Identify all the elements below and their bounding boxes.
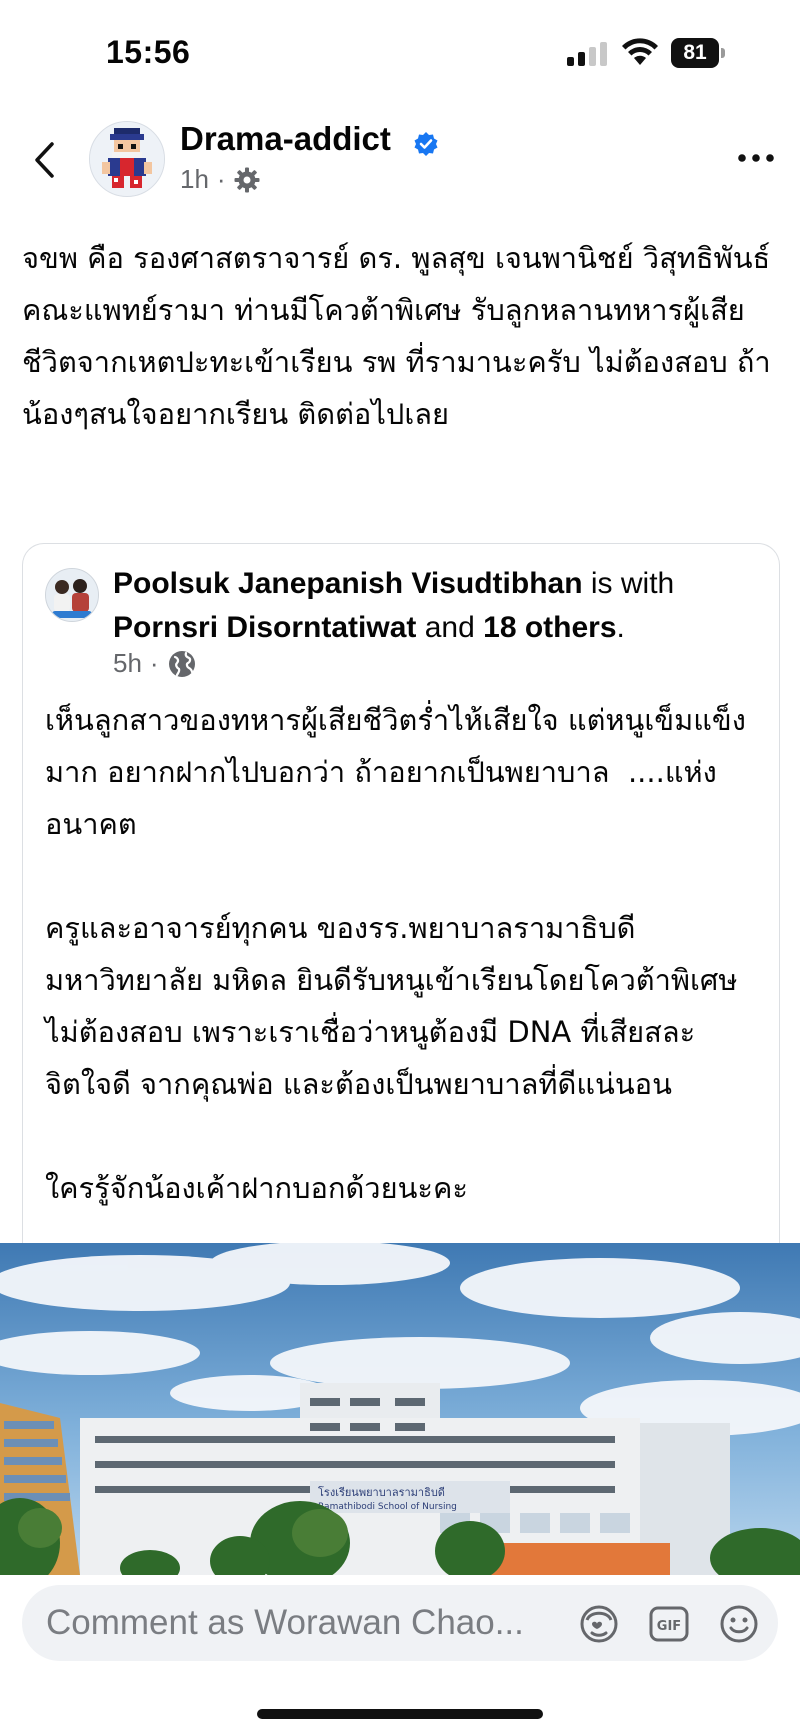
is-with-text: is with [590, 567, 675, 600]
battery-level: 81 [671, 38, 719, 68]
wifi-icon [622, 38, 658, 65]
post-text: จขพ คือ รองศาสตราจารย์ ดร. พูลสุข เจนพาน… [22, 241, 771, 431]
back-icon[interactable] [30, 140, 60, 180]
gear-icon [234, 167, 260, 192]
cellular-signal-icon [567, 42, 611, 66]
people-photo-avatar-icon [46, 569, 98, 621]
meta-separator: · [216, 164, 226, 194]
pixel-character-avatar-icon [90, 122, 164, 196]
nursing-school-building-image: โรงเรียนพยาบาลรามาธิบดี Ramathibodi Scho… [0, 1243, 800, 1575]
shared-meta-separator: · [149, 648, 159, 678]
shared-author-name[interactable]: Poolsuk Janepanish Visudtibhan [113, 567, 583, 600]
shared-post-meta: 5h · [113, 648, 197, 679]
post-photo[interactable]: โรงเรียนพยาบาลรามาธิบดี Ramathibodi Scho… [0, 1243, 800, 1575]
shared-post-header: Poolsuk Janepanish Visudtibhan is with P… [113, 562, 763, 650]
shared-author-avatar[interactable] [45, 568, 99, 622]
header-period: . [616, 611, 625, 644]
verified-icon [414, 132, 438, 156]
and-text: and [424, 611, 475, 644]
post-author-name[interactable]: Drama-addict [180, 120, 391, 158]
shared-post-text: เห็นลูกสาวของทหารผู้เสียชีวิตร่ำไห้เสียใ… [45, 703, 746, 1205]
svg-text:GIF: GIF [657, 1619, 681, 1634]
globe-icon [168, 650, 195, 677]
others-link[interactable]: 18 others [483, 611, 616, 644]
emoji-icon[interactable] [718, 1603, 760, 1645]
avatar-sticker-icon[interactable] [578, 1603, 620, 1645]
photo-sign-english: Ramathibodi School of Nursing [318, 1502, 457, 1512]
comment-placeholder[interactable]: Comment as Worawan Chao... [46, 1603, 586, 1643]
shared-post-card[interactable]: Poolsuk Janepanish Visudtibhan is with P… [22, 543, 780, 1244]
author-avatar[interactable] [89, 121, 165, 197]
gif-icon[interactable]: GIF [648, 1603, 690, 1645]
status-time: 15:56 [106, 34, 191, 70]
battery-icon: 81 [671, 38, 727, 68]
photo-sign-thai: โรงเรียนพยาบาลรามาธิบดี [318, 1485, 445, 1499]
comment-input[interactable]: Comment as Worawan Chao... GIF [22, 1585, 778, 1661]
post-meta: 1h · [180, 164, 260, 195]
tagged-person[interactable]: Pornsri Disorntatiwat [113, 611, 416, 644]
post-time[interactable]: 1h [180, 164, 209, 195]
more-icon[interactable] [736, 148, 776, 168]
home-indicator[interactable] [257, 1709, 543, 1719]
shared-post-time[interactable]: 5h [113, 648, 142, 679]
